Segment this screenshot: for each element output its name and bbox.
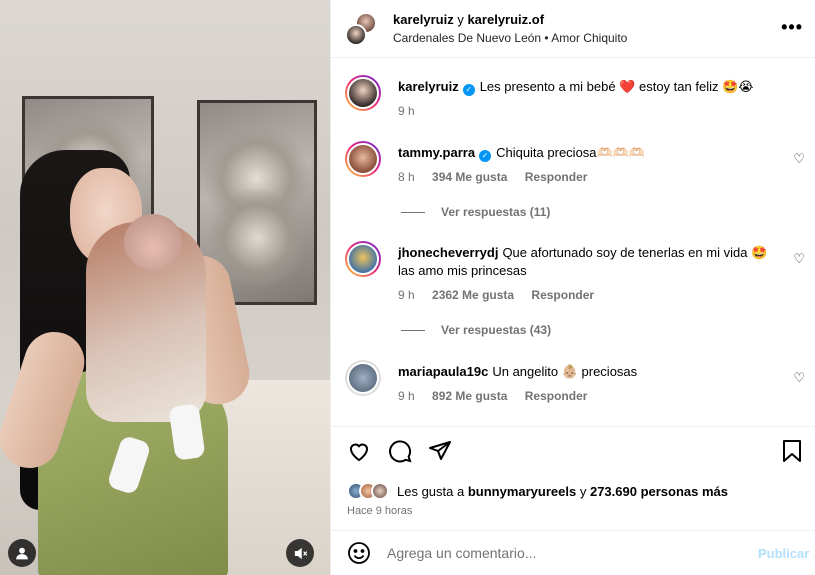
- likes-middle: y: [579, 483, 587, 499]
- comment-text: Chiquita preciosa🫶🏻🫶🏻🫶🏻: [496, 145, 646, 160]
- emoji-icon[interactable]: [347, 541, 371, 565]
- publish-button[interactable]: Publicar: [758, 546, 814, 561]
- post-details-panel: karelyruiz y karelyruiz.of Cardenales De…: [330, 0, 815, 575]
- likes-prefix: Les gusta a: [397, 483, 465, 499]
- speaker-muted-icon: [294, 547, 307, 559]
- paper-plane-icon: [429, 441, 451, 460]
- post-author-info: karelyruiz y karelyruiz.of Cardenales De…: [393, 12, 627, 45]
- caption-username[interactable]: karelyruiz: [398, 79, 459, 94]
- author-username[interactable]: karelyruiz.of: [467, 12, 544, 27]
- caption-item: karelyruiz ✓ Les presento a mi bebé ❤️ est…: [345, 75, 805, 135]
- add-comment-bar: Publicar: [331, 530, 815, 575]
- comment-likes[interactable]: 394 Me gusta: [432, 170, 507, 184]
- heart-icon: [349, 443, 369, 462]
- tagged-users-button[interactable]: [8, 539, 36, 567]
- comment-meta: 8 h 394 Me gusta Responder: [398, 168, 778, 186]
- caption-text: Les presento a mi bebé ❤️ estoy tan feli…: [479, 79, 754, 94]
- reply-button[interactable]: Responder: [531, 288, 594, 302]
- caption-time: 9 h: [398, 104, 415, 118]
- collab-avatars[interactable]: [345, 11, 379, 46]
- post-timestamp: Hace 9 horas: [347, 505, 413, 517]
- divider-line: [401, 330, 425, 332]
- comment-username[interactable]: mariapaula19c: [398, 364, 488, 379]
- divider-line: [401, 212, 425, 214]
- like-comment-heart-icon[interactable]: ♡: [793, 251, 805, 267]
- view-replies-button[interactable]: Ver respuestas (11): [401, 205, 550, 219]
- share-button[interactable]: [428, 439, 452, 466]
- comment-username[interactable]: jhonecheverrydj: [398, 245, 498, 260]
- comment-item: mariapaula19c Un angelito 👶🏼 preciosas 9 …: [345, 360, 805, 410]
- likes-text: Les gusta a bunnymaryureels y 273.690 pe…: [397, 484, 728, 499]
- save-button[interactable]: [781, 439, 803, 466]
- comment-button[interactable]: [388, 439, 412, 466]
- comment-time: 9 h: [398, 389, 415, 403]
- mute-button[interactable]: [286, 539, 314, 567]
- comment-item: jhonecheverrydj Que afortunado soy de ten…: [345, 241, 805, 311]
- comment-text: Un angelito 👶🏼 preciosas: [492, 364, 638, 379]
- likes-user[interactable]: bunnymaryureels: [468, 484, 576, 499]
- avatar[interactable]: [345, 360, 381, 396]
- caption-meta: 9 h: [398, 102, 778, 120]
- bookmark-icon: [783, 440, 801, 462]
- likes-count[interactable]: 273.690 personas más: [590, 484, 728, 499]
- post-actions: Les gusta a bunnymaryureels y 273.690 pe…: [331, 426, 815, 530]
- comment-meta: 9 h 2362 Me gusta Responder: [398, 286, 778, 304]
- post-subtitle[interactable]: Cardenales De Nuevo León • Amor Chiquito: [393, 31, 627, 45]
- likes-summary[interactable]: Les gusta a bunnymaryureels y 273.690 pe…: [347, 482, 728, 500]
- verified-badge-icon: ✓: [462, 84, 475, 96]
- avatar[interactable]: [345, 241, 381, 277]
- reply-button[interactable]: Responder: [525, 170, 588, 184]
- avatar: [345, 23, 367, 46]
- like-comment-heart-icon[interactable]: ♡: [793, 370, 805, 386]
- comment-likes[interactable]: 892 Me gusta: [432, 389, 507, 403]
- verified-badge-icon: ✓: [479, 150, 492, 162]
- author-joiner: y: [457, 12, 464, 27]
- post-header: karelyruiz y karelyruiz.of Cardenales De…: [331, 0, 815, 58]
- like-comment-heart-icon[interactable]: ♡: [793, 151, 805, 167]
- more-dots-icon[interactable]: •••: [781, 18, 803, 36]
- post-authors: karelyruiz y karelyruiz.of: [393, 12, 627, 27]
- baby-head: [124, 214, 182, 270]
- comment-input[interactable]: [387, 545, 758, 561]
- comment-time: 9 h: [398, 288, 415, 302]
- comment-time: 8 h: [398, 170, 415, 184]
- view-replies-label: Ver respuestas (11): [441, 205, 551, 219]
- avatar: [371, 482, 389, 500]
- comment-likes[interactable]: 2362 Me gusta: [432, 288, 514, 302]
- view-replies-button[interactable]: Ver respuestas (43): [401, 323, 551, 337]
- view-replies-label: Ver respuestas (43): [441, 323, 552, 337]
- comments-list: karelyruiz ✓ Les presento a mi bebé ❤️ est…: [331, 58, 815, 426]
- like-button[interactable]: [347, 439, 371, 466]
- author-username[interactable]: karelyruiz: [393, 12, 454, 27]
- comment-username[interactable]: tammy.parra: [398, 145, 475, 160]
- comment-item: tammy.parra ✓ Chiquita preciosa🫶🏻🫶🏻🫶🏻 8 h …: [345, 141, 805, 191]
- user-icon: [16, 547, 28, 560]
- avatar[interactable]: [345, 75, 381, 111]
- post-viewer: karelyruiz y karelyruiz.of Cardenales De…: [0, 0, 815, 575]
- comment-bubble-icon: [389, 440, 412, 463]
- avatar[interactable]: [345, 141, 381, 177]
- comment-meta: 9 h 892 Me gusta Responder: [398, 387, 778, 405]
- reply-button[interactable]: Responder: [525, 389, 588, 403]
- post-media-video[interactable]: [0, 0, 330, 575]
